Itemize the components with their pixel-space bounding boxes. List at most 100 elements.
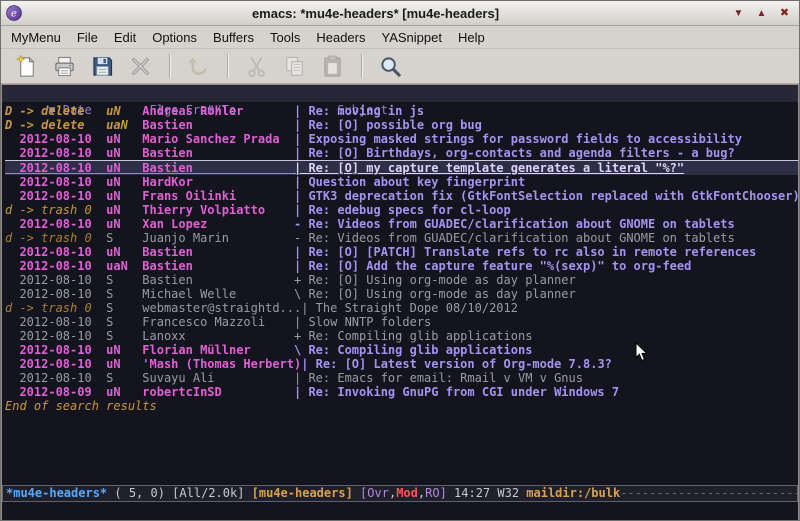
message-subject: | Re: Invoking GnuPG from CGI under Wind… xyxy=(294,385,619,399)
message-row[interactable]: 2012-08-10 uN Frans Oilinki | GTK3 depre… xyxy=(5,189,798,203)
message-from: Bastien xyxy=(142,273,294,287)
message-subject: | The Straight Dope 08/10/2012 xyxy=(301,301,518,315)
menu-item-yasnippet[interactable]: YASnippet xyxy=(373,28,449,47)
menubar: MyMenuFileEditOptionsBuffersToolsHeaders… xyxy=(1,26,799,49)
message-from: 'Mash (Thomas Herbert) xyxy=(142,357,301,371)
message-subject: - Re: Videos from GUADEC/clarification a… xyxy=(294,217,735,231)
headers-column-header[interactable]: ▼ DateFlgsFrom/ToSubject xyxy=(2,85,798,102)
message-flags: S xyxy=(106,231,142,245)
message-flags: uN xyxy=(106,217,142,231)
message-row[interactable]: 2012-08-10 S Suvayu Ali | Re: Emacs for … xyxy=(5,371,798,385)
message-from: Andreas Röhler xyxy=(142,104,294,118)
message-row[interactable]: d -> trash 0 S Juanjo Marin - Re: Videos… xyxy=(5,231,798,245)
message-subject: | Re: [O] my capture template generates … xyxy=(294,161,684,175)
message-date: D -> delete xyxy=(5,104,106,118)
message-subject: | Re: moving in js xyxy=(294,104,424,118)
message-row[interactable]: 2012-08-10 uN HardKor | Question about k… xyxy=(5,175,798,189)
save-button[interactable] xyxy=(85,51,119,81)
message-flags: uN xyxy=(106,203,142,217)
menu-item-options[interactable]: Options xyxy=(144,28,205,47)
message-row[interactable]: 2012-08-10 uN Xan Lopez - Re: Videos fro… xyxy=(5,217,798,231)
message-flags: uN xyxy=(106,161,142,175)
message-flags: uN xyxy=(106,175,142,189)
message-row[interactable]: d -> trash 0 S webmaster@straightd...| T… xyxy=(5,301,798,315)
message-date: 2012-08-10 xyxy=(5,315,106,329)
message-flags: uaN xyxy=(106,118,142,132)
toolbar-separator xyxy=(227,54,229,78)
message-date: 2012-08-10 xyxy=(5,287,106,301)
message-flags: S xyxy=(106,371,142,385)
message-date: d -> trash 0 xyxy=(5,203,106,217)
search-icon xyxy=(379,55,402,78)
message-subject: | Slow NNTP folders xyxy=(294,315,431,329)
cut-icon xyxy=(245,55,268,78)
message-date: d -> trash 0 xyxy=(5,231,106,245)
copy-icon xyxy=(283,55,306,78)
new-file-button[interactable] xyxy=(9,51,43,81)
message-from: Michael Welle xyxy=(142,287,294,301)
window-title: emacs: *mu4e-headers* [mu4e-headers] xyxy=(22,6,729,21)
message-row[interactable]: D -> delete uN Andreas Röhler | Re: movi… xyxy=(5,104,798,118)
message-row[interactable]: 2012-08-10 S Lanoxx + Re: Compiling glib… xyxy=(5,329,798,343)
close-button[interactable]: ✖ xyxy=(775,5,794,22)
svg-text:e: e xyxy=(11,9,17,20)
message-from: robertcInSD xyxy=(142,385,294,399)
minimize-button[interactable]: ▼ xyxy=(729,5,748,22)
message-date: 2012-08-10 xyxy=(5,343,106,357)
search-button[interactable] xyxy=(373,51,407,81)
message-from: Bastien xyxy=(142,161,294,175)
undo-icon xyxy=(187,55,210,78)
message-date: D -> delete xyxy=(5,118,106,132)
message-from: Francesco Mazzoli xyxy=(142,315,294,329)
message-row[interactable]: D -> delete uaN Bastien | Re: [O] possib… xyxy=(5,118,798,132)
message-row[interactable]: 2012-08-10 uN Bastien | Re: [O] [PATCH] … xyxy=(5,245,798,259)
message-row[interactable]: 2012-08-10 uN Mario Sanchez Prada | Expo… xyxy=(5,132,798,146)
message-row[interactable]: 2012-08-10 S Francesco Mazzoli | Slow NN… xyxy=(5,315,798,329)
titlebar[interactable]: e emacs: *mu4e-headers* [mu4e-headers] ▼… xyxy=(1,1,799,26)
emacs-window: e emacs: *mu4e-headers* [mu4e-headers] ▼… xyxy=(0,0,800,521)
message-date: 2012-08-10 xyxy=(5,371,106,385)
modeline-segment: Ovr xyxy=(367,486,389,500)
message-date: 2012-08-10 xyxy=(5,357,106,371)
maximize-button[interactable]: ▲ xyxy=(752,5,771,22)
message-row[interactable]: 2012-08-10 uN 'Mash (Thomas Herbert)| Re… xyxy=(5,357,798,371)
menu-item-help[interactable]: Help xyxy=(450,28,493,47)
message-date: 2012-08-10 xyxy=(5,329,106,343)
menu-item-file[interactable]: File xyxy=(69,28,106,47)
message-subject: + Re: [O] Using org-mode as day planner xyxy=(294,273,576,287)
cut-button xyxy=(239,51,273,81)
message-subject: | Re: Emacs for email: Rmail v VM v Gnus xyxy=(294,371,583,385)
message-date: 2012-08-10 xyxy=(5,132,106,146)
message-row[interactable]: 2012-08-09 uN robertcInSD | Re: Invoking… xyxy=(5,385,798,399)
window-controls: ▼ ▲ ✖ xyxy=(729,5,794,22)
modeline-segment: ---------------------------------------- xyxy=(620,486,798,500)
paste-button xyxy=(315,51,349,81)
close-button[interactable] xyxy=(123,51,157,81)
message-date: 2012-08-10 xyxy=(5,175,106,189)
print-button[interactable] xyxy=(47,51,81,81)
emacs-icon: e xyxy=(6,5,22,21)
modeline: *mu4e-headers* ( 5, 0) [All/2.0k] [mu4e-… xyxy=(2,485,798,502)
message-row[interactable]: 2012-08-10 uN Bastien | Re: [O] my captu… xyxy=(5,160,798,175)
message-row[interactable]: 2012-08-10 uN Bastien | Re: [O] Birthday… xyxy=(5,146,798,160)
message-row[interactable]: 2012-08-10 uaN Bastien | Re: [O] Add the… xyxy=(5,259,798,273)
menu-item-edit[interactable]: Edit xyxy=(106,28,144,47)
message-flags: uN xyxy=(106,343,142,357)
menu-item-headers[interactable]: Headers xyxy=(308,28,373,47)
message-from: Mario Sanchez Prada xyxy=(142,132,294,146)
message-date: 2012-08-10 xyxy=(5,259,106,273)
menu-item-mymenu[interactable]: MyMenu xyxy=(3,28,69,47)
message-row[interactable]: 2012-08-10 S Bastien + Re: [O] Using org… xyxy=(5,273,798,287)
paste-icon xyxy=(321,55,344,78)
minibuffer[interactable] xyxy=(2,502,798,520)
message-date: 2012-08-09 xyxy=(5,385,106,399)
message-flags: uN xyxy=(106,357,142,371)
message-row[interactable]: 2012-08-10 S Michael Welle \ Re: [O] Usi… xyxy=(5,287,798,301)
menu-item-buffers[interactable]: Buffers xyxy=(205,28,262,47)
message-row[interactable]: 2012-08-10 uN Florian Müllner \ Re: Comp… xyxy=(5,343,798,357)
message-flags: S xyxy=(106,287,142,301)
close-icon xyxy=(129,55,152,78)
menu-item-tools[interactable]: Tools xyxy=(262,28,308,47)
message-list: D -> delete uN Andreas Röhler | Re: movi… xyxy=(2,102,798,485)
message-row[interactable]: d -> trash 0 uN Thierry Volpiatto | Re: … xyxy=(5,203,798,217)
